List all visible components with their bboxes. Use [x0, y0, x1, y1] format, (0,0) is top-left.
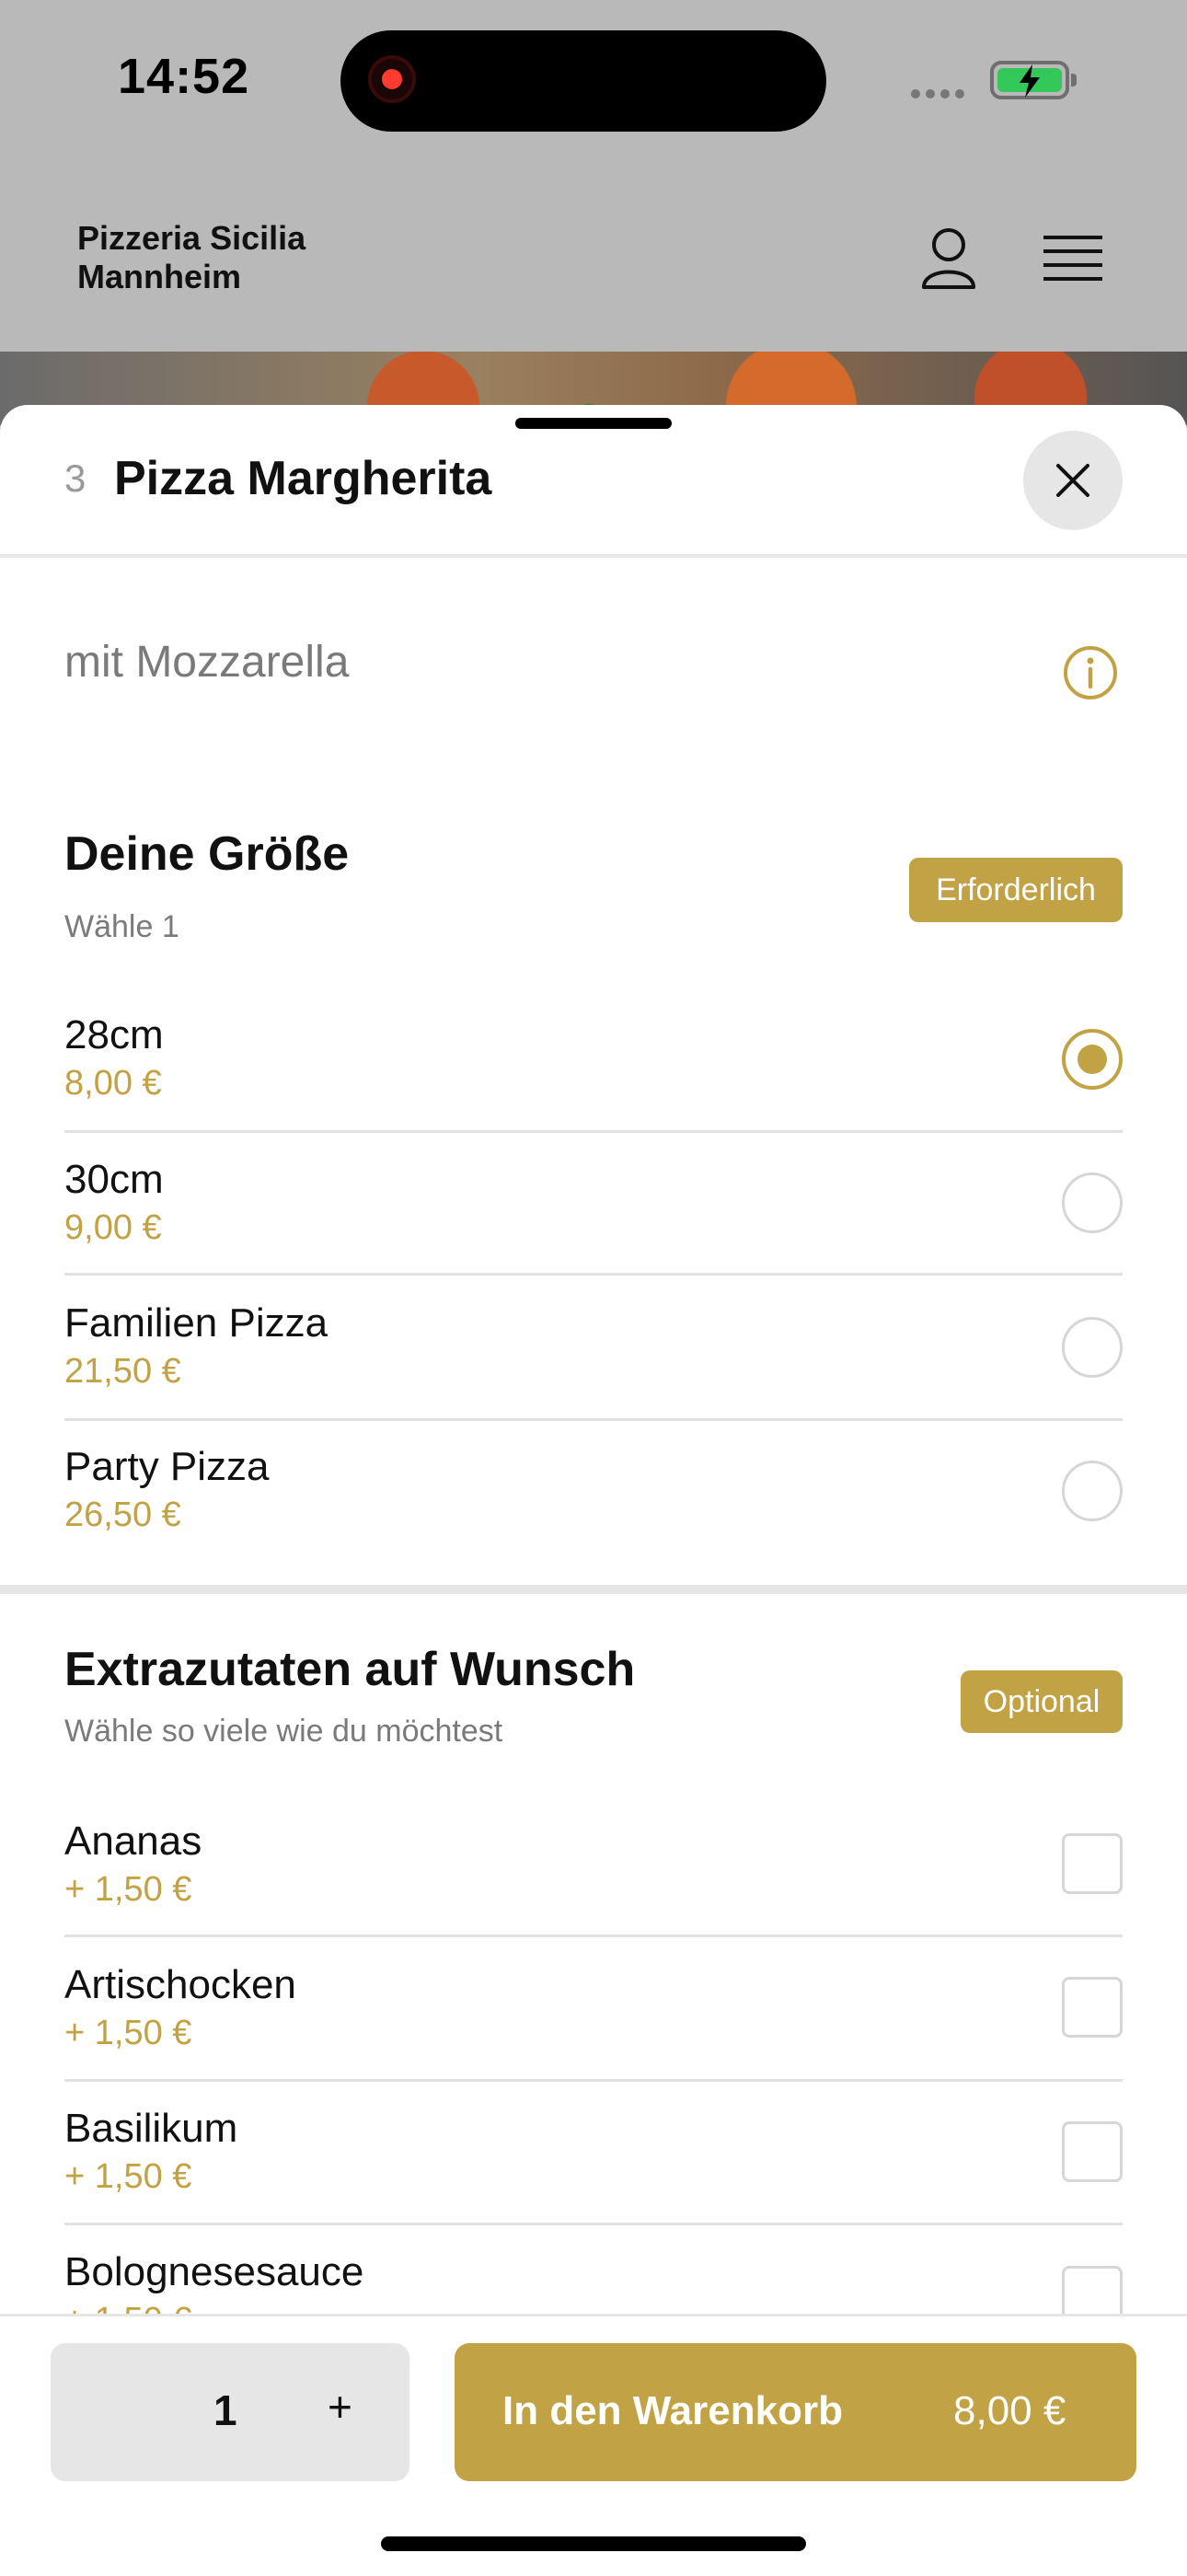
extra-checkbox-artischocken[interactable]	[1062, 1977, 1123, 2038]
size-option-price: 8,00 €	[64, 1064, 162, 1103]
size-option-name: 28cm	[64, 1012, 164, 1057]
size-radio-30cm[interactable]	[1062, 1172, 1123, 1233]
home-indicator	[381, 2536, 806, 2551]
size-radio-28cm[interactable]	[1062, 1029, 1123, 1090]
close-icon	[1056, 464, 1089, 497]
extra-option-name: Artischocken	[64, 1962, 296, 2007]
size-radio-familien-pizza[interactable]	[1062, 1317, 1123, 1378]
row-divider	[64, 1935, 1123, 1937]
extra-option-price: + 1,50 €	[64, 2014, 192, 2052]
shop-name: Pizzeria Sicilia Mannheim	[77, 219, 305, 296]
row-divider	[64, 1418, 1123, 1421]
item-title: Pizza Margherita	[114, 452, 492, 505]
row-divider	[64, 2079, 1123, 2082]
size-option-name: Party Pizza	[64, 1444, 270, 1489]
extra-option-price: + 1,50 €	[64, 1870, 192, 1909]
size-option-name: 30cm	[64, 1157, 164, 1202]
row-divider	[64, 1273, 1123, 1276]
extra-checkbox-basilikum[interactable]	[1062, 2121, 1123, 2182]
extras-section-title: Extrazutaten auf Wunsch	[64, 1643, 636, 1696]
extra-checkbox-ananas[interactable]	[1062, 1833, 1123, 1894]
extra-option-name: Bolognesesauce	[64, 2249, 364, 2294]
sheet-grabber[interactable]	[515, 418, 672, 429]
required-badge: Erforderlich	[909, 858, 1123, 922]
recording-icon	[368, 55, 416, 103]
signal-icon	[911, 87, 970, 103]
section-divider	[0, 1585, 1187, 1594]
battery-icon	[990, 61, 1077, 99]
hamburger-menu-icon[interactable]	[1043, 234, 1102, 288]
optional-badge: Optional	[961, 1670, 1123, 1733]
size-radio-party-pizza[interactable]	[1062, 1461, 1123, 1521]
extras-section-subtitle: Wähle so viele wie du möchtest	[64, 1714, 503, 1749]
extra-option-name: Basilikum	[64, 2106, 238, 2151]
row-divider	[64, 2223, 1123, 2225]
status-time: 14:52	[118, 49, 250, 104]
extra-option-price: + 1,50 €	[64, 2157, 192, 2196]
row-divider	[64, 1130, 1123, 1133]
info-icon[interactable]	[1062, 644, 1119, 706]
shop-name-line2: Mannheim	[77, 258, 242, 295]
size-option-price: 9,00 €	[64, 1208, 162, 1247]
cart-total-price: 8,00 €	[953, 2388, 1066, 2433]
size-option-price: 26,50 €	[64, 1496, 181, 1534]
extra-option-name: Ananas	[64, 1819, 202, 1864]
item-description: mit Mozzarella	[64, 638, 350, 687]
header-divider	[0, 554, 1187, 558]
close-button[interactable]	[1023, 431, 1123, 530]
size-option-name: Familien Pizza	[64, 1300, 328, 1346]
quantity-value: 1	[213, 2386, 237, 2434]
size-option-price: 21,50 €	[64, 1352, 181, 1391]
item-number: 3	[64, 456, 86, 500]
quantity-plus-button[interactable]: +	[328, 2382, 352, 2432]
shop-name-line1: Pizzeria Sicilia	[77, 219, 306, 257]
profile-icon[interactable]	[920, 226, 977, 295]
size-section-subtitle: Wähle 1	[64, 909, 179, 944]
add-to-cart-label: In den Warenkorb	[502, 2388, 843, 2433]
size-section-title: Deine Größe	[64, 827, 350, 881]
